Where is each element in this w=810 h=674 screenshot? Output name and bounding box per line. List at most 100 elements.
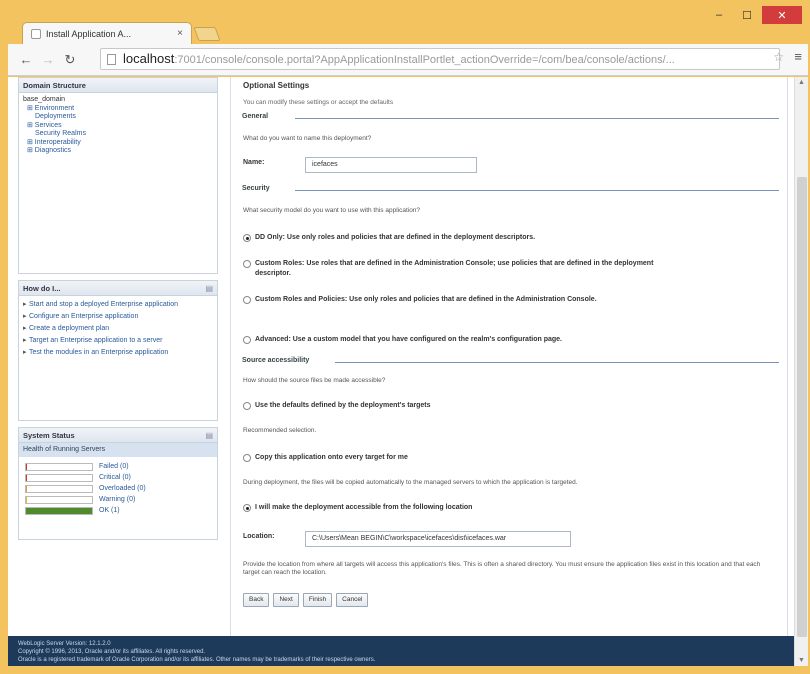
system-status-panel: System Status ▤ Health of Running Server… bbox=[18, 427, 218, 540]
location-input[interactable]: C:\Users\Mean BEGIN\C\workspace\icefaces… bbox=[305, 531, 571, 547]
address-bar[interactable]: localhost:7001/console/console.portal?Ap… bbox=[100, 48, 780, 70]
source-question: How should the source files be made acce… bbox=[243, 377, 386, 384]
health-row: Critical (0) bbox=[25, 472, 211, 483]
radio-button[interactable] bbox=[243, 296, 251, 304]
browser-window: Install Application A... × – ☐ ✕ ← → ↻ l… bbox=[0, 0, 810, 674]
health-bar-fill bbox=[26, 485, 27, 492]
deployment-name-input[interactable]: icefaces bbox=[305, 157, 477, 173]
tree-item-security-realms[interactable]: Security Realms bbox=[23, 130, 213, 139]
health-bars: Failed (0) Critical (0) Overloaded (0) W… bbox=[19, 457, 217, 539]
footer-version: WebLogic Server Version: 12.1.2.0 bbox=[18, 641, 111, 647]
health-bar bbox=[25, 462, 93, 471]
health-bar-fill bbox=[26, 496, 27, 503]
next-button[interactable]: Next bbox=[273, 593, 299, 607]
source-option-manual[interactable]: I will make the deployment accessible fr… bbox=[243, 503, 663, 513]
collapse-icon[interactable]: ▤ bbox=[205, 281, 213, 296]
left-column: Domain Structure base_domain ⊞ Environme… bbox=[18, 77, 218, 546]
vertical-scrollbar[interactable]: ▲ ▼ bbox=[794, 77, 808, 666]
howdo-link[interactable]: Configure an Enterprise application bbox=[23, 312, 213, 321]
page-subtitle: You can modify these settings or accept … bbox=[243, 99, 394, 106]
howdo-link[interactable]: Target an Enterprise application to a se… bbox=[23, 336, 213, 345]
radio-label: I will make the deployment accessible fr… bbox=[255, 504, 473, 511]
browser-toolbar: ← → ↻ localhost:7001/console/console.por… bbox=[8, 44, 808, 76]
location-label: Location: bbox=[243, 533, 275, 540]
panel-title: Domain Structure bbox=[19, 78, 217, 93]
security-option-dd-only[interactable]: DD Only: Use only roles and policies tha… bbox=[243, 233, 663, 243]
cancel-button[interactable]: Cancel bbox=[336, 593, 369, 607]
panel-title: System Status ▤ bbox=[19, 428, 217, 443]
scroll-up-arrow-icon[interactable]: ▲ bbox=[798, 79, 805, 86]
browser-tab[interactable]: Install Application A... × bbox=[22, 22, 192, 44]
how-do-i-list: Start and stop a deployed Enterprise app… bbox=[19, 296, 217, 420]
tab-close-icon[interactable]: × bbox=[177, 24, 183, 44]
footer-copyright: Copyright © 1996, 2013, Oracle and/or it… bbox=[18, 649, 206, 655]
security-option-custom-roles-policies[interactable]: Custom Roles and Policies: Use only role… bbox=[243, 295, 663, 305]
source-option-copy[interactable]: Copy this application onto every target … bbox=[243, 453, 663, 463]
wizard-buttons: Back Next Finish Cancel bbox=[243, 593, 369, 607]
copy-note: During deployment, the files will be cop… bbox=[243, 479, 578, 486]
domain-structure-panel: Domain Structure base_domain ⊞ Environme… bbox=[18, 77, 218, 274]
close-window-button[interactable]: ✕ bbox=[762, 6, 802, 24]
security-section-heading: Security bbox=[239, 185, 779, 195]
recommended-note: Recommended selection. bbox=[243, 427, 317, 434]
minimize-button[interactable]: – bbox=[706, 6, 732, 24]
tree-item-services[interactable]: ⊞ Services bbox=[23, 122, 213, 131]
radio-button[interactable] bbox=[243, 336, 251, 344]
finish-button[interactable]: Finish bbox=[302, 593, 333, 607]
radio-button[interactable] bbox=[243, 260, 251, 268]
health-label[interactable]: OK (1) bbox=[99, 507, 120, 514]
health-label[interactable]: Failed (0) bbox=[99, 463, 129, 470]
radio-button[interactable] bbox=[243, 454, 251, 462]
scroll-down-arrow-icon[interactable]: ▼ bbox=[798, 657, 805, 664]
health-label[interactable]: Critical (0) bbox=[99, 474, 131, 481]
system-status-title: System Status bbox=[23, 431, 75, 440]
howdo-link[interactable]: Start and stop a deployed Enterprise app… bbox=[23, 300, 213, 309]
radio-label: Custom Roles: Use roles that are defined… bbox=[255, 260, 654, 277]
bookmark-star-icon[interactable]: ☆ bbox=[773, 50, 784, 64]
back-arrow-icon[interactable]: ← bbox=[18, 52, 34, 67]
domain-tree: base_domain ⊞ Environment Deployments ⊞ … bbox=[19, 93, 217, 273]
hamburger-menu-icon[interactable]: ≡ bbox=[794, 49, 802, 64]
source-option-defaults[interactable]: Use the defaults defined by the deployme… bbox=[243, 401, 663, 411]
howdo-link[interactable]: Create a deployment plan bbox=[23, 324, 213, 333]
section-title: Source accessibility bbox=[239, 357, 313, 364]
security-option-advanced[interactable]: Advanced: Use a custom model that you ha… bbox=[243, 335, 663, 345]
health-bar-fill bbox=[26, 463, 27, 470]
title-bar: Install Application A... × – ☐ ✕ bbox=[0, 0, 810, 44]
name-question: What do you want to name this deployment… bbox=[243, 135, 372, 142]
page-icon bbox=[107, 54, 116, 65]
tree-item-interoperability[interactable]: ⊞ Interoperability bbox=[23, 139, 213, 148]
security-option-custom-roles[interactable]: Custom Roles: Use roles that are defined… bbox=[243, 259, 663, 278]
health-label[interactable]: Warning (0) bbox=[99, 496, 135, 503]
radio-button[interactable] bbox=[243, 234, 251, 242]
tree-item-deployments[interactable]: Deployments bbox=[23, 113, 213, 122]
health-bar bbox=[25, 495, 93, 504]
url-host: localhost bbox=[123, 51, 175, 66]
radio-button[interactable] bbox=[243, 402, 251, 410]
main-content: Optional Settings You can modify these s… bbox=[230, 77, 788, 637]
tree-item-base-domain[interactable]: base_domain bbox=[23, 96, 213, 105]
radio-label: Copy this application onto every target … bbox=[255, 454, 408, 461]
tree-item-environment[interactable]: ⊞ Environment bbox=[23, 105, 213, 114]
source-section-heading: Source accessibility bbox=[239, 357, 779, 367]
health-row: OK (1) bbox=[25, 505, 211, 516]
health-title: Health of Running Servers bbox=[19, 443, 217, 457]
radio-label: Advanced: Use a custom model that you ha… bbox=[255, 336, 562, 343]
tree-item-diagnostics[interactable]: ⊞ Diagnostics bbox=[23, 147, 213, 156]
maximize-button[interactable]: ☐ bbox=[734, 6, 760, 24]
health-row: Warning (0) bbox=[25, 494, 211, 505]
health-label[interactable]: Overloaded (0) bbox=[99, 485, 146, 492]
scrollbar-thumb[interactable] bbox=[797, 177, 807, 637]
window-controls: – ☐ ✕ bbox=[706, 6, 802, 24]
footer-trademark: Oracle is a registered trademark of Orac… bbox=[18, 657, 376, 663]
forward-arrow-icon[interactable]: → bbox=[40, 52, 56, 67]
collapse-icon[interactable]: ▤ bbox=[205, 428, 213, 443]
radio-button[interactable] bbox=[243, 504, 251, 512]
page-favicon-icon bbox=[31, 28, 41, 39]
health-bar bbox=[25, 506, 93, 515]
new-tab-button[interactable] bbox=[193, 27, 221, 41]
section-title: Security bbox=[239, 185, 273, 192]
reload-icon[interactable]: ↻ bbox=[62, 52, 78, 68]
howdo-link[interactable]: Test the modules in an Enterprise applic… bbox=[23, 348, 213, 357]
back-button[interactable]: Back bbox=[243, 593, 270, 607]
